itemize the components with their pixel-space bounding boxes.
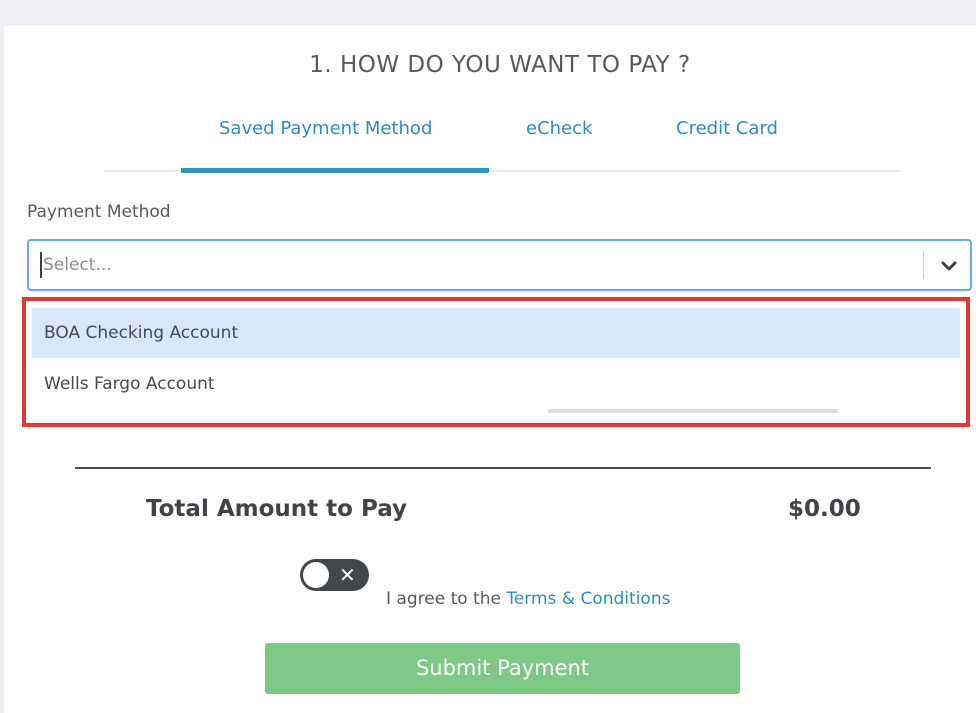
payment-tabs: Saved Payment Method eCheck Credit Card <box>0 104 976 174</box>
tab-saved-payment-method[interactable]: Saved Payment Method <box>219 118 432 139</box>
terms-link[interactable]: Terms & Conditions <box>506 589 670 609</box>
chevron-down-icon[interactable] <box>937 254 961 278</box>
close-icon: ✕ <box>339 563 356 587</box>
select-placeholder: Select... <box>43 255 112 275</box>
toggle-knob <box>303 562 329 588</box>
total-value: $0.00 <box>788 496 861 522</box>
select-separator <box>923 251 924 279</box>
text-caret <box>40 252 42 278</box>
payment-method-select[interactable]: Select... <box>27 239 972 291</box>
dropdown-scrollbar[interactable] <box>548 409 838 413</box>
page-title: 1. HOW DO YOU WANT TO PAY ? <box>309 52 691 78</box>
payment-method-dropdown: BOA Checking Account Wells Fargo Account <box>22 297 970 427</box>
tab-credit-card[interactable]: Credit Card <box>676 118 778 139</box>
agreement-text: I agree to the <box>386 589 507 609</box>
terms-agreement: I agree to the Terms & Conditions <box>386 589 670 609</box>
total-label: Total Amount to Pay <box>146 496 408 522</box>
option-wells-fargo-account[interactable]: Wells Fargo Account <box>32 359 960 409</box>
tab-echeck[interactable]: eCheck <box>526 118 592 139</box>
submit-payment-button[interactable]: Submit Payment <box>265 643 740 694</box>
option-boa-checking-account[interactable]: BOA Checking Account <box>32 308 960 358</box>
payment-method-label: Payment Method <box>27 202 171 222</box>
active-tab-indicator <box>181 168 489 173</box>
terms-toggle[interactable]: ✕ <box>300 559 369 591</box>
total-divider <box>75 467 931 469</box>
